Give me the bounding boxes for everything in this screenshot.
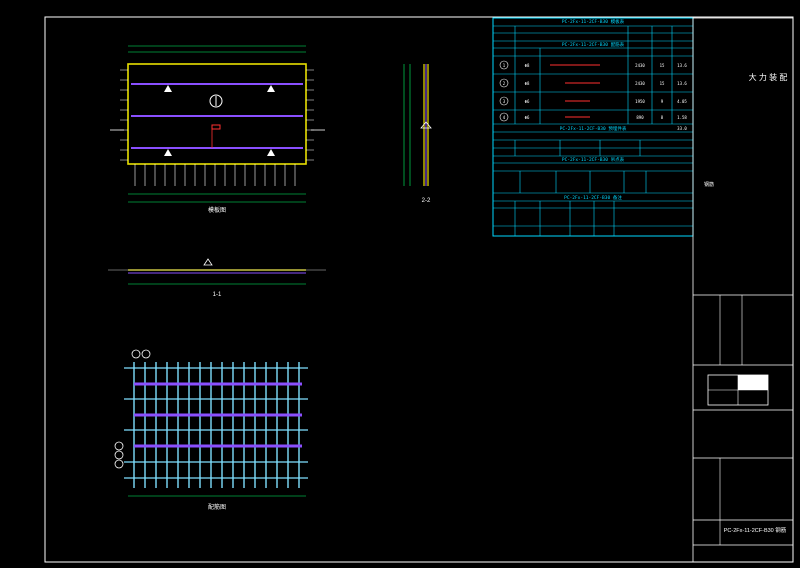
drawing-number: PC-2Fx-11-2CF-B30 钢筋 — [724, 526, 787, 534]
plan-view: 模板图 — [110, 45, 325, 214]
svg-text:1: 1 — [503, 63, 506, 68]
embed-table-title: PC-2Fx-11-2CF-B30 预埋件表 — [560, 125, 627, 132]
note-table-title: PC-2Fx-11-2CF-B30 备注 — [564, 194, 622, 201]
svg-text:13.6: 13.6 — [677, 81, 687, 86]
svg-text:890: 890 — [636, 115, 644, 120]
svg-text:1950: 1950 — [635, 99, 645, 104]
svg-text:Φ6: Φ6 — [525, 99, 530, 104]
rebar-table-title: PC-2Fx-11-2CF-B30 配筋表 — [562, 41, 625, 48]
svg-text:13.6: 13.6 — [677, 63, 687, 68]
title-block: 大 力 装 配 PC-2Fx-11-2CF-B30 钢筋 钢筋 — [692, 17, 794, 563]
rebar-row: 1 Φ8 2430 15 13.6 — [499, 60, 687, 70]
cad-drawing: 模板图 2-2 1-1 配筋图 PC-2Fx-11-2CF-B30 模板表 PC… — [44, 16, 794, 563]
schedule-tables: PC-2Fx-11-2CF-B30 模板表 PC-2Fx-11-2CF-B30 … — [492, 17, 694, 237]
svg-text:2: 2 — [503, 81, 506, 86]
svg-text:9: 9 — [661, 99, 664, 104]
rebar-plan-label: 配筋图 — [208, 503, 226, 511]
section-1-1-label: 1-1 — [213, 292, 222, 298]
svg-text:Φ8: Φ8 — [525, 81, 530, 86]
panel-table-title: PC-2Fx-11-2CF-B30 模板表 — [562, 18, 625, 25]
rebar-total: 33.0 — [677, 126, 687, 131]
company-name: 大 力 装 配 — [749, 72, 788, 82]
svg-text:2430: 2430 — [635, 81, 645, 86]
svg-text:1.58: 1.58 — [677, 115, 687, 120]
section-2-2: 2-2 — [403, 64, 432, 204]
plan-view-label: 模板图 — [208, 206, 226, 214]
rebar-plan: 配筋图 — [114, 349, 308, 511]
svg-text:Φ6: Φ6 — [525, 115, 530, 120]
svg-text:8: 8 — [661, 115, 664, 120]
svg-text:15: 15 — [660, 81, 665, 86]
lift-table-title: PC-2Fx-11-2CF-B30 吊点表 — [562, 156, 625, 163]
section-2-2-label: 2-2 — [422, 198, 431, 204]
svg-text:Φ8: Φ8 — [525, 63, 530, 68]
sheet-label: 钢筋 — [704, 181, 714, 188]
svg-text:2430: 2430 — [635, 63, 645, 68]
rebar-row: 3 Φ6 1950 9 4.05 — [499, 96, 687, 106]
svg-text:3: 3 — [503, 99, 506, 104]
svg-text:4: 4 — [503, 115, 506, 120]
rebar-row: 4 Φ6 890 8 1.58 — [499, 112, 687, 122]
rebar-row: 2 Φ8 2430 15 13.6 — [499, 78, 687, 88]
svg-text:4.05: 4.05 — [677, 99, 687, 104]
section-1-1: 1-1 — [108, 258, 326, 298]
svg-text:15: 15 — [660, 63, 665, 68]
